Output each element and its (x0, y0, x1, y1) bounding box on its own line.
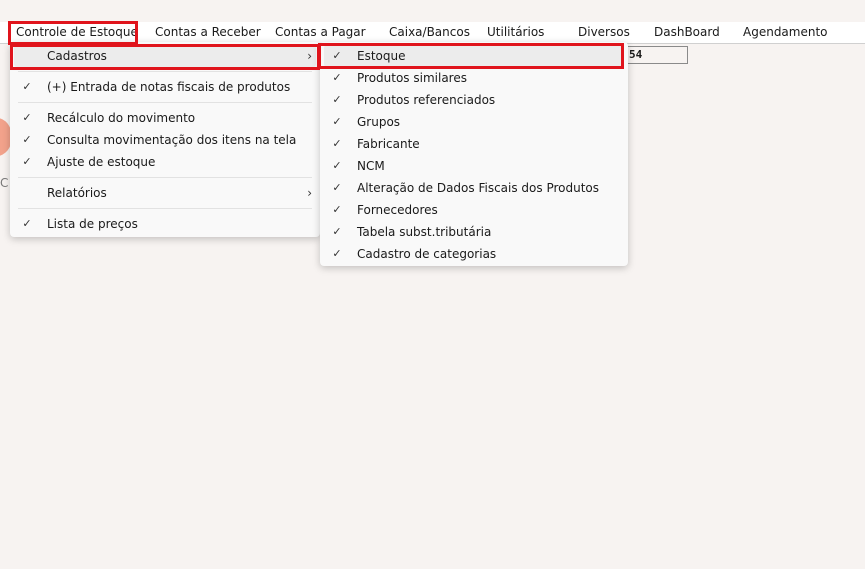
menu-item-entrada-notas[interactable]: ✓ (+) Entrada de notas fiscais de produt… (10, 76, 320, 98)
check-icon: ✓ (332, 159, 342, 172)
submenu-item-estoque[interactable]: ✓ Estoque (324, 45, 624, 67)
menu-contas-a-pagar[interactable]: Contas a Pagar (275, 22, 366, 43)
cadastros-submenu: ✓ Estoque ✓ Produtos similares ✓ Produto… (320, 42, 628, 266)
check-icon: ✓ (22, 217, 32, 230)
menu-bar: Controle de Estoque Contas a Receber Con… (0, 22, 865, 44)
submenu-item-tabela-subst-tributaria[interactable]: ✓ Tabela subst.tributária (320, 221, 628, 243)
check-icon: ✓ (332, 203, 342, 216)
menu-item-label: Cadastro de categorias (357, 247, 497, 261)
menu-item-label: Alteração de Dados Fiscais dos Produtos (357, 181, 600, 195)
background-text-fragment: C (0, 176, 9, 190)
submenu-item-grupos[interactable]: ✓ Grupos (320, 111, 628, 133)
menu-utilitarios[interactable]: Utilitários (487, 22, 544, 43)
check-icon: ✓ (332, 115, 342, 128)
menu-separator (18, 102, 312, 103)
menu-item-consulta-movimentacao[interactable]: ✓ Consulta movimentação dos itens na tel… (10, 129, 320, 151)
menu-item-label: Grupos (357, 115, 401, 129)
menu-separator (18, 177, 312, 178)
menu-item-label: Ajuste de estoque (47, 155, 156, 169)
controle-de-estoque-dropdown: Cadastros › ✓ (+) Entrada de notas fisca… (10, 42, 320, 237)
value-field[interactable]: 54 (625, 46, 688, 64)
menu-item-relatorios[interactable]: Relatórios › (10, 182, 320, 204)
submenu-item-produtos-referenciados[interactable]: ✓ Produtos referenciados (320, 89, 628, 111)
menu-item-label: Estoque (357, 49, 406, 63)
check-icon: ✓ (22, 80, 32, 93)
check-icon: ✓ (332, 137, 342, 150)
menu-contas-a-receber[interactable]: Contas a Receber (155, 22, 261, 43)
menu-item-label: Recálculo do movimento (47, 111, 196, 125)
menu-item-label: Produtos similares (357, 71, 467, 85)
menu-dashboard[interactable]: DashBoard (654, 22, 720, 43)
check-icon: ✓ (332, 247, 342, 260)
menu-item-cadastros[interactable]: Cadastros › (14, 45, 316, 67)
menu-item-label: Produtos referenciados (357, 93, 496, 107)
menu-item-label: NCM (357, 159, 385, 173)
check-icon: ✓ (332, 49, 342, 62)
menu-item-label: Fornecedores (357, 203, 438, 217)
submenu-item-fabricante[interactable]: ✓ Fabricante (320, 133, 628, 155)
menu-item-ajuste-estoque[interactable]: ✓ Ajuste de estoque (10, 151, 320, 173)
submenu-item-fornecedores[interactable]: ✓ Fornecedores (320, 199, 628, 221)
submenu-item-produtos-similares[interactable]: ✓ Produtos similares (320, 67, 628, 89)
menu-item-lista-precos[interactable]: ✓ Lista de preços (10, 213, 320, 235)
chevron-right-icon: › (307, 49, 312, 63)
menu-item-label: Relatórios (47, 186, 107, 200)
menu-item-label: Cadastros (47, 49, 107, 63)
check-icon: ✓ (22, 133, 32, 146)
menu-item-label: Lista de preços (47, 217, 138, 231)
submenu-item-cadastro-categorias[interactable]: ✓ Cadastro de categorias (320, 243, 628, 265)
check-icon: ✓ (332, 225, 342, 238)
menu-diversos[interactable]: Diversos (578, 22, 630, 43)
submenu-item-ncm[interactable]: ✓ NCM (320, 155, 628, 177)
submenu-item-alteracao-dados-fiscais[interactable]: ✓ Alteração de Dados Fiscais dos Produto… (320, 177, 628, 199)
menu-item-label: Consulta movimentação dos itens na tela (47, 133, 297, 147)
menu-item-recalculo[interactable]: ✓ Recálculo do movimento (10, 107, 320, 129)
menu-separator (18, 208, 312, 209)
check-icon: ✓ (22, 111, 32, 124)
menu-item-label: Fabricante (357, 137, 420, 151)
chevron-right-icon: › (307, 186, 312, 200)
menu-caixa-bancos[interactable]: Caixa/Bancos (389, 22, 470, 43)
menu-separator (18, 71, 312, 72)
check-icon: ✓ (22, 155, 32, 168)
menu-controle-de-estoque[interactable]: Controle de Estoque (16, 22, 138, 43)
check-icon: ✓ (332, 71, 342, 84)
check-icon: ✓ (332, 93, 342, 106)
menu-item-label: (+) Entrada de notas fiscais de produtos (47, 80, 291, 94)
check-icon: ✓ (332, 181, 342, 194)
menu-agendamento[interactable]: Agendamento (743, 22, 828, 43)
menu-item-label: Tabela subst.tributária (357, 225, 492, 239)
